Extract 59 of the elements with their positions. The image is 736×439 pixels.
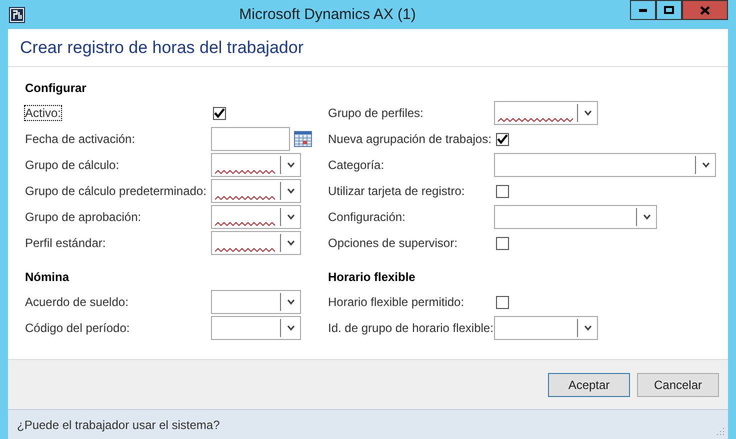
close-icon [700,6,710,14]
chevron-down-icon[interactable] [286,162,294,168]
lookup-field[interactable] [494,205,657,229]
cancel-button[interactable]: Cancelar [637,372,719,396]
field-label: Id. de grupo de horario flexible: [328,321,494,335]
field-label: Activo: [25,106,62,120]
checkbox[interactable] [496,184,509,198]
chevron-down-icon[interactable] [286,214,294,220]
field-label: Acuerdo de sueldo: [25,295,128,309]
chevron-down-icon[interactable] [584,325,592,331]
field-label: Código del período: [25,321,130,335]
section-title: Nómina [25,269,70,286]
lookup-field[interactable] [211,290,301,314]
minimize-button[interactable] [630,0,656,20]
window-title: Microsoft Dynamics AX (1) [238,6,417,23]
field-label: Opciones de supervisor: [328,236,458,250]
lookup-field[interactable] [211,179,301,203]
form-title: Crear registro de horas del trabajador [20,38,304,58]
checkbox[interactable] [496,132,509,146]
section-title: Configurar [25,80,88,97]
lookup-field[interactable] [211,231,301,255]
maximize-icon [664,6,674,14]
field-label: Grupo de perfiles: [328,106,424,120]
lookup-field[interactable] [211,153,301,177]
field-label: Configuración: [328,210,406,224]
field-label: Categoría: [328,158,384,172]
accept-button[interactable]: Aceptar [548,372,630,396]
minimize-icon [639,8,647,12]
chevron-down-icon[interactable] [286,188,294,194]
field-label: Grupo de aprobación: [25,210,142,224]
field-label: Nueva agrupación de trabajos: [328,132,492,146]
section-title: Horario flexible [328,269,416,286]
checkbox[interactable] [213,106,226,120]
field-label: Fecha de activación: [25,132,136,146]
checkbox[interactable] [496,296,509,308]
date-field[interactable] [211,127,290,151]
chevron-down-icon[interactable] [286,325,294,331]
field-label: Horario flexible permitido: [328,295,464,309]
chevron-down-icon[interactable] [584,110,592,116]
status-text: ¿Puede el trabajador usar el sistema? [17,418,220,432]
field-label: Grupo de cálculo: [25,158,120,172]
chevron-down-icon[interactable] [286,240,294,246]
lookup-field[interactable] [211,205,301,229]
field-label: Perfil estándar: [25,236,106,250]
chevron-down-icon[interactable] [702,162,710,168]
lookup-field[interactable] [494,316,598,340]
app-logo-icon [9,6,25,22]
calendar-icon[interactable] [294,131,312,147]
field-label: Grupo de cálculo predeterminado: [25,184,206,198]
resize-grip-icon[interactable] [715,426,725,436]
field-label: Utilizar tarjeta de registro: [328,184,465,198]
close-button[interactable] [682,0,728,20]
maximize-button[interactable] [656,0,682,20]
chevron-down-icon[interactable] [642,214,650,220]
lookup-field[interactable] [211,316,301,340]
chevron-down-icon[interactable] [286,299,294,305]
checkbox[interactable] [496,236,509,250]
lookup-field[interactable] [494,153,716,177]
lookup-field[interactable] [494,101,598,125]
